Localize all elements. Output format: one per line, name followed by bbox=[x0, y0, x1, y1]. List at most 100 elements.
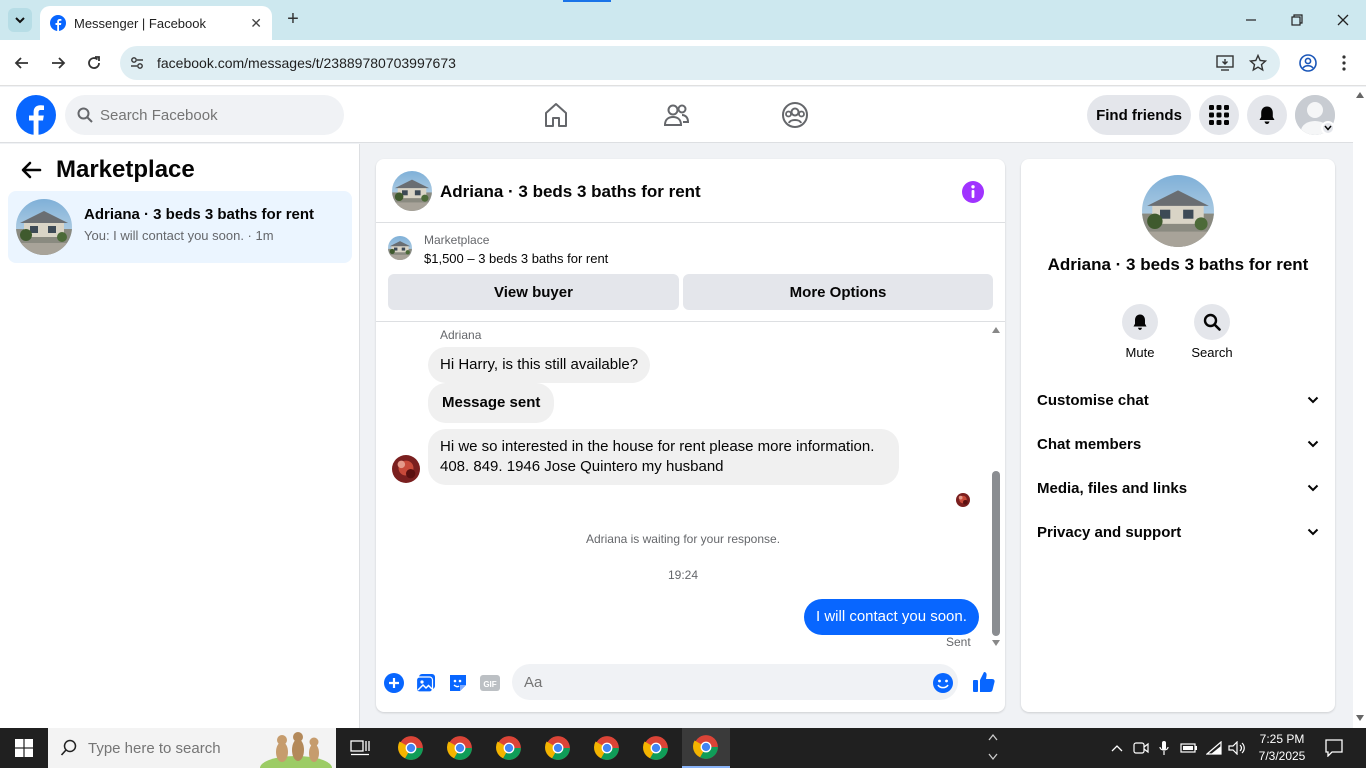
view-buyer-button[interactable]: View buyer bbox=[388, 274, 679, 310]
site-settings-icon[interactable] bbox=[128, 54, 146, 72]
taskbar-chrome-4[interactable] bbox=[534, 728, 582, 768]
chrome-icon bbox=[643, 735, 669, 761]
emoji-icon[interactable] bbox=[932, 672, 954, 694]
message-input[interactable] bbox=[512, 664, 958, 700]
notifications-button[interactable] bbox=[1247, 95, 1287, 135]
mute-button[interactable]: Mute bbox=[1110, 304, 1170, 360]
facebook-logo-icon[interactable] bbox=[16, 95, 56, 135]
listing-price-title[interactable]: $1,500 – 3 beds 3 baths for rent bbox=[424, 251, 608, 266]
chat-avatar-large[interactable] bbox=[1142, 175, 1214, 247]
tab-search-button[interactable] bbox=[8, 8, 32, 32]
chat-members-section[interactable]: Chat members bbox=[1021, 422, 1335, 466]
chat-scrollbar[interactable] bbox=[991, 324, 1001, 649]
close-window-button[interactable] bbox=[1320, 0, 1366, 40]
customise-chat-section[interactable]: Customise chat bbox=[1021, 378, 1335, 422]
back-arrow-icon[interactable] bbox=[20, 159, 42, 181]
sender-avatar[interactable] bbox=[392, 455, 420, 483]
listing-small-thumbnail bbox=[388, 236, 412, 260]
notification-center-icon[interactable] bbox=[1325, 739, 1343, 757]
url-text: facebook.com/messages/t/2388978070399767… bbox=[157, 55, 456, 71]
gif-icon[interactable]: GIF bbox=[479, 672, 501, 694]
conversation-item[interactable]: Adriana · 3 beds 3 baths for rent You: I… bbox=[8, 191, 352, 263]
menu-button[interactable] bbox=[1199, 95, 1239, 135]
scroll-down-arrow-icon[interactable] bbox=[1355, 714, 1365, 722]
scroll-up-arrow-icon[interactable] bbox=[991, 326, 1001, 334]
scroll-up-arrow-icon[interactable] bbox=[1355, 91, 1365, 99]
task-view-button[interactable] bbox=[336, 728, 384, 768]
marketplace-listing-bar: Marketplace $1,500 – 3 beds 3 baths for … bbox=[376, 224, 1005, 322]
arrow-right-icon bbox=[52, 57, 66, 69]
show-hidden-icons-icon[interactable] bbox=[1111, 744, 1123, 752]
clock-date: 7/3/2025 bbox=[1258, 749, 1306, 763]
taskbar-scroll-arrows-icon[interactable] bbox=[988, 732, 998, 762]
account-menu-badge[interactable] bbox=[1321, 121, 1335, 135]
message-status: Sent bbox=[946, 635, 971, 649]
chrome-icon bbox=[447, 735, 473, 761]
start-button[interactable] bbox=[0, 728, 48, 768]
meet-now-icon[interactable] bbox=[1133, 741, 1149, 755]
system-clock[interactable]: 7:25 PM 7/3/2025 bbox=[1250, 731, 1314, 765]
page-scrollbar[interactable] bbox=[1353, 87, 1366, 728]
bookmark-star-icon[interactable] bbox=[1249, 54, 1267, 72]
chat-header-name[interactable]: Adriana · 3 beds 3 baths for rent bbox=[440, 182, 701, 202]
message-bubble-incoming[interactable]: Hi we so interested in the house for ren… bbox=[428, 429, 899, 485]
browser-tab-messenger[interactable]: Messenger | Facebook ✕ bbox=[40, 6, 272, 40]
restore-button[interactable] bbox=[1274, 0, 1320, 40]
info-icon[interactable] bbox=[962, 181, 984, 203]
friends-icon[interactable] bbox=[662, 101, 690, 129]
section-label: Chat members bbox=[1037, 435, 1142, 453]
wifi-icon[interactable] bbox=[1206, 741, 1222, 755]
taskbar-chrome-3[interactable] bbox=[485, 728, 533, 768]
windows-taskbar: 7:25 PM 7/3/2025 bbox=[0, 728, 1366, 768]
minimize-button[interactable] bbox=[1228, 0, 1274, 40]
scroll-down-arrow-icon[interactable] bbox=[991, 639, 1001, 647]
facebook-search-input[interactable] bbox=[100, 95, 330, 135]
message-bubble-incoming[interactable]: Message sent bbox=[428, 383, 555, 423]
taskbar-chrome-5[interactable] bbox=[583, 728, 631, 768]
forward-button[interactable] bbox=[46, 51, 70, 75]
groups-icon[interactable] bbox=[781, 101, 809, 129]
address-bar[interactable]: facebook.com/messages/t/2388978070399767… bbox=[120, 46, 1280, 80]
search-in-chat-button[interactable]: Search bbox=[1182, 304, 1242, 360]
reload-button[interactable] bbox=[82, 51, 106, 75]
new-tab-button[interactable]: + bbox=[282, 8, 304, 30]
find-friends-button[interactable]: Find friends bbox=[1087, 95, 1191, 135]
chat-window: Adriana · 3 beds 3 baths for rent Market… bbox=[376, 159, 1005, 712]
photo-icon[interactable] bbox=[415, 672, 437, 694]
chrome-icon bbox=[545, 735, 571, 761]
battery-icon[interactable] bbox=[1180, 742, 1198, 754]
install-app-icon[interactable] bbox=[1216, 54, 1234, 72]
profile-button[interactable] bbox=[1296, 51, 1320, 75]
chevron-down-icon bbox=[1307, 396, 1319, 404]
restore-icon bbox=[1291, 14, 1303, 26]
taskbar-chrome-2[interactable] bbox=[436, 728, 484, 768]
bell-icon bbox=[1259, 106, 1275, 124]
chat-header-thumbnail[interactable] bbox=[392, 171, 432, 211]
waiting-notice: Adriana is waiting for your response. bbox=[585, 532, 781, 546]
plus-circle-icon[interactable] bbox=[383, 672, 405, 694]
privacy-support-section[interactable]: Privacy and support bbox=[1021, 510, 1335, 554]
taskbar-chrome-active[interactable] bbox=[682, 728, 730, 768]
facebook-search[interactable] bbox=[65, 95, 344, 135]
close-tab-icon[interactable]: ✕ bbox=[250, 15, 262, 32]
conversation-name: Adriana · 3 beds 3 baths for rent bbox=[84, 206, 315, 223]
clock-time: 7:25 PM bbox=[1259, 732, 1305, 746]
message-bubble-outgoing[interactable]: I will contact you soon. bbox=[804, 599, 979, 635]
sticker-icon[interactable] bbox=[447, 672, 469, 694]
taskbar-chrome-1[interactable] bbox=[387, 728, 435, 768]
back-button[interactable] bbox=[10, 51, 34, 75]
more-options-button[interactable]: More Options bbox=[683, 274, 993, 310]
home-icon[interactable] bbox=[542, 101, 570, 129]
message-bubble-incoming[interactable]: Hi Harry, is this still available? bbox=[428, 347, 651, 383]
microphone-icon[interactable] bbox=[1159, 740, 1169, 756]
chat-scroll-thumb[interactable] bbox=[992, 471, 1000, 636]
media-files-links-section[interactable]: Media, files and links bbox=[1021, 466, 1335, 510]
sender-name: Adriana bbox=[440, 328, 482, 342]
section-label: Media, files and links bbox=[1037, 479, 1188, 497]
volume-icon[interactable] bbox=[1228, 741, 1246, 755]
browser-menu-button[interactable] bbox=[1332, 51, 1356, 75]
thumbs-up-icon[interactable] bbox=[972, 670, 996, 694]
chrome-icon bbox=[594, 735, 620, 761]
taskbar-chrome-6[interactable] bbox=[632, 728, 680, 768]
taskbar-search[interactable] bbox=[48, 728, 336, 768]
